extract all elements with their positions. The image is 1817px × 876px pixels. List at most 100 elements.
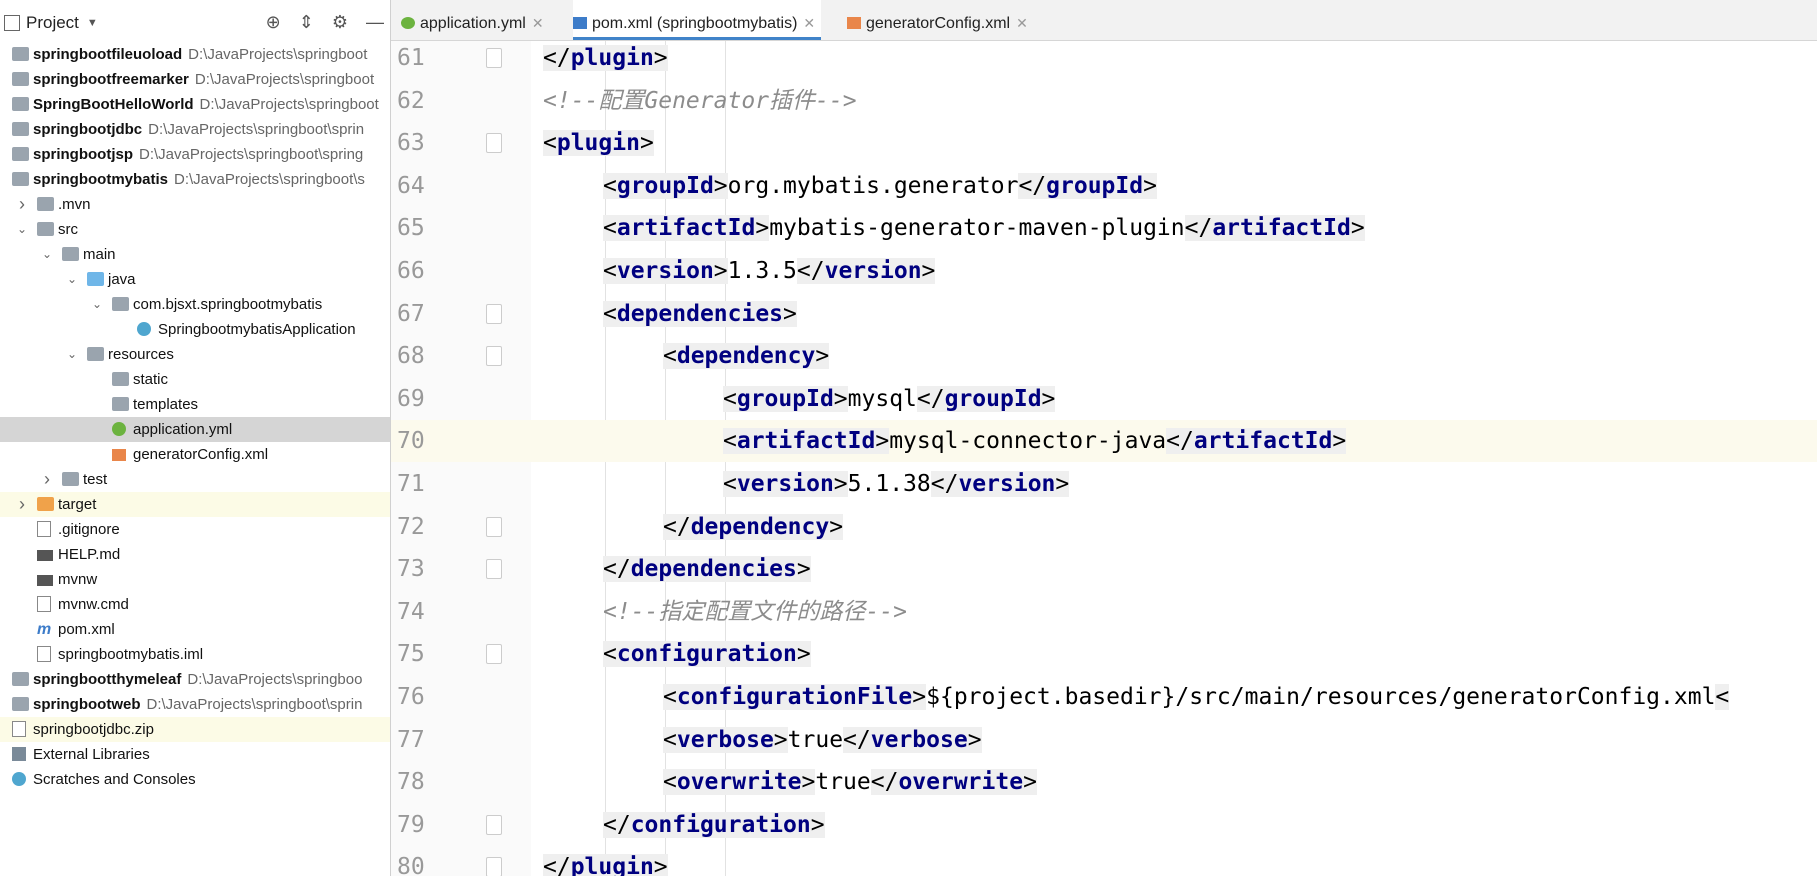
tree-item[interactable]: › target: [0, 492, 390, 517]
tree-item[interactable]: › .mvn: [0, 192, 390, 217]
code-line[interactable]: 66 <version>1.3.5</version>: [391, 250, 1817, 292]
code-line[interactable]: 75 <configuration>: [391, 633, 1817, 675]
tree-item[interactable]: External Libraries: [0, 742, 390, 767]
tree-item[interactable]: › test: [0, 467, 390, 492]
tree-item[interactable]: m pom.xml: [0, 617, 390, 642]
code-line[interactable]: 78 <overwrite>true</overwrite>: [391, 761, 1817, 803]
tree-item[interactable]: ⌄ java: [0, 267, 390, 292]
module-icon: [12, 47, 29, 61]
tree-item[interactable]: springbootjdbc.zip: [0, 717, 390, 742]
code-line[interactable]: 76 <configurationFile>${project.basedir}/…: [391, 676, 1817, 718]
tree-item[interactable]: springbootmybatis.iml: [0, 642, 390, 667]
fold-marker-icon[interactable]: [486, 346, 502, 367]
code-line[interactable]: 74 <!--指定配置文件的路径-->: [391, 591, 1817, 633]
chevron-right-icon[interactable]: ›: [15, 492, 29, 517]
tree-item[interactable]: application.yml: [0, 417, 390, 442]
tree-item[interactable]: ⌄ main: [0, 242, 390, 267]
tree-item[interactable]: static: [0, 367, 390, 392]
chevron-right-icon[interactable]: ›: [15, 192, 29, 217]
minimize-icon[interactable]: —: [366, 12, 384, 33]
tree-item[interactable]: SpringBootHelloWorld D:\JavaProjects\spri…: [0, 92, 390, 117]
tree-item[interactable]: springbootfreemarker D:\JavaProjects\spri…: [0, 67, 390, 92]
close-icon[interactable]: ✕: [532, 15, 544, 31]
tree-item[interactable]: ⌄ src: [0, 217, 390, 242]
tree-item[interactable]: springbootjsp D:\JavaProjects\springboot\…: [0, 142, 390, 167]
fold-marker-icon[interactable]: [486, 559, 502, 580]
code-line[interactable]: 72 </dependency>: [391, 506, 1817, 548]
locate-icon[interactable]: ⊕: [266, 12, 281, 33]
xml-text: mysql: [847, 385, 917, 412]
tree-item[interactable]: generatorConfig.xml: [0, 442, 390, 467]
tree-item-path: D:\JavaProjects\springboot: [194, 71, 375, 88]
tree-item-name: springbootfileuoload: [33, 46, 183, 63]
chevron-down-icon[interactable]: ▼: [87, 17, 98, 29]
chevron-right-icon[interactable]: ›: [40, 467, 54, 492]
code-line[interactable]: 80 </plugin>: [391, 846, 1817, 876]
tree-item-name: static: [133, 371, 169, 388]
code-line[interactable]: 69 <groupId>mysql</groupId>: [391, 378, 1817, 420]
tree-item[interactable]: SpringbootmybatisApplication: [0, 317, 390, 342]
tree-item[interactable]: springbootweb D:\JavaProjects\springboot\…: [0, 692, 390, 717]
tree-item-label: springbootjsp D:\JavaProjects\springboot\…: [33, 142, 363, 167]
chevron-down-icon[interactable]: ⌄: [40, 242, 54, 267]
tree-item[interactable]: Scratches and Consoles: [0, 767, 390, 792]
fold-marker-icon[interactable]: [486, 303, 502, 324]
tree-item[interactable]: mvnw: [0, 567, 390, 592]
fold-marker-icon[interactable]: [486, 516, 502, 537]
gear-icon[interactable]: ⚙: [332, 12, 348, 33]
editor-tab[interactable]: application.yml ✕: [401, 0, 550, 40]
tree-item[interactable]: springbootthymeleaf D:\JavaProjects\sprin…: [0, 667, 390, 692]
editor-tab[interactable]: pom.xml (springbootmybatis) ✕: [573, 0, 822, 40]
tree-item[interactable]: springbootfileuoload D:\JavaProjects\spri…: [0, 42, 390, 67]
close-icon[interactable]: ✕: [803, 15, 815, 31]
code-line[interactable]: 62 <!--配置Generator插件-->: [391, 80, 1817, 122]
fold-marker-icon[interactable]: [486, 644, 502, 665]
tree-item[interactable]: ⌄ resources: [0, 342, 390, 367]
tree-item[interactable]: mvnw.cmd: [0, 592, 390, 617]
xml-tag: </groupId>: [916, 385, 1056, 412]
tree-item[interactable]: springbootmybatis D:\JavaProjects\springb…: [0, 167, 390, 192]
xml-tag: <groupId>: [723, 385, 848, 412]
code-editor[interactable]: 61 </plugin> 62 <!--配置Generator插件--> 63 <plug…: [391, 41, 1817, 876]
code-line[interactable]: 71 <version>5.1.38</version>: [391, 463, 1817, 505]
close-icon[interactable]: ✕: [1016, 15, 1028, 31]
code-line[interactable]: 79 </configuration>: [391, 804, 1817, 846]
tree-item-name: SpringBootHelloWorld: [33, 96, 194, 113]
code-line[interactable]: 64 <groupId>org.mybatis.generator</groupI…: [391, 165, 1817, 207]
tree-item-name: springbootjsp: [33, 146, 133, 163]
code-line[interactable]: 65 <artifactId>mybatis-generator-maven-pl…: [391, 207, 1817, 249]
code-line[interactable]: 77 <verbose>true</verbose>: [391, 719, 1817, 761]
maven-icon: m: [37, 621, 52, 638]
chevron-down-icon[interactable]: ⌄: [65, 342, 79, 367]
tree-item[interactable]: templates: [0, 392, 390, 417]
tree-item[interactable]: springbootjdbc D:\JavaProjects\springboot…: [0, 117, 390, 142]
editor-tab[interactable]: generatorConfig.xml ✕: [847, 0, 1034, 40]
chevron-down-icon[interactable]: ⌄: [15, 217, 29, 242]
fold-marker-icon[interactable]: [486, 814, 502, 835]
line-number: 62: [397, 87, 425, 114]
code-line[interactable]: 68 <dependency>: [391, 335, 1817, 377]
code-line[interactable]: 67 <dependencies>: [391, 293, 1817, 335]
project-panel-title[interactable]: Project: [26, 13, 79, 33]
tree-item[interactable]: .gitignore: [0, 517, 390, 542]
code-line[interactable]: 61 </plugin>: [391, 41, 1817, 79]
code-line[interactable]: 73 </dependencies>: [391, 548, 1817, 590]
fold-marker-icon[interactable]: [486, 857, 502, 876]
tree-item-label: java: [108, 267, 136, 292]
chevron-down-icon[interactable]: ⌄: [65, 267, 79, 292]
collapse-all-icon[interactable]: ⇕: [299, 12, 314, 33]
tree-item-label: src: [58, 217, 78, 242]
xml-text: mysql-connector-java: [889, 428, 1167, 455]
code-line[interactable]: 63 <plugin>: [391, 122, 1817, 164]
module-icon: [12, 672, 29, 686]
chevron-down-icon[interactable]: ⌄: [90, 292, 104, 317]
fold-marker-icon[interactable]: [486, 48, 502, 68]
fold-marker-icon[interactable]: [486, 133, 502, 154]
xml-tag: </dependencies>: [603, 556, 811, 583]
tree-item-label: resources: [108, 342, 174, 367]
code-line[interactable]: 70 <artifactId>mysql-connector-java</arti…: [391, 420, 1817, 463]
xml-tag: <artifactId>: [723, 428, 890, 455]
xml-tag-name: groupId: [616, 172, 714, 199]
tree-item[interactable]: ⌄ com.bjsxt.springbootmybatis: [0, 292, 390, 317]
tree-item[interactable]: HELP.md: [0, 542, 390, 567]
